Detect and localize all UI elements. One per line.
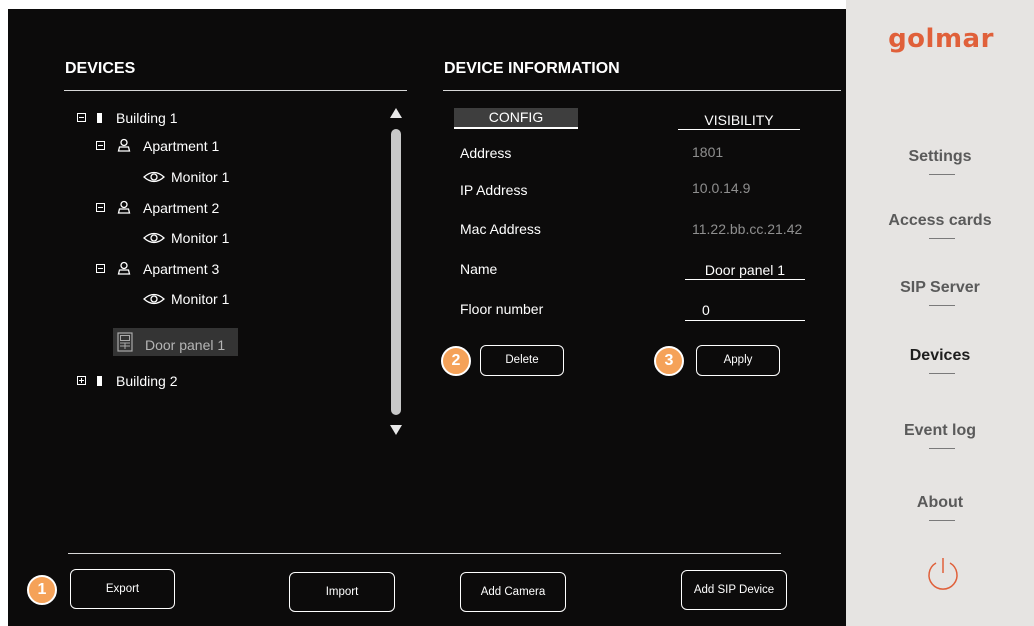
building-icon — [97, 113, 102, 123]
delete-button[interactable]: Delete — [480, 345, 564, 376]
tree-item-monitor[interactable]: Monitor 1 — [171, 169, 229, 185]
building-icon — [97, 376, 102, 386]
name-label: Name — [460, 261, 498, 277]
tree-item-monitor[interactable]: Monitor 1 — [171, 291, 229, 307]
tree-scrollbar[interactable] — [388, 107, 404, 438]
add-sip-device-button[interactable]: Add SIP Device — [681, 570, 787, 610]
mac-value: 11.22.bb.cc.21.42 — [692, 221, 803, 237]
sidebar-item-event-log[interactable]: Event log — [846, 422, 1034, 440]
callout-badge-2: 2 — [441, 346, 471, 376]
menu-divider — [929, 174, 955, 175]
person-icon — [117, 261, 131, 275]
divider — [64, 90, 407, 91]
tab-visibility[interactable]: VISIBILITY — [678, 111, 800, 130]
tree-item-apartment-3[interactable]: Apartment 3 — [143, 261, 219, 277]
sidebar-item-about[interactable]: About — [846, 494, 1034, 512]
sidebar-item-sip-server[interactable]: SIP Server — [846, 279, 1034, 297]
scroll-down-icon[interactable] — [389, 424, 403, 436]
tree-item-door-panel-label: Door panel 1 — [145, 337, 226, 353]
collapse-icon[interactable] — [77, 113, 86, 122]
name-input[interactable]: Door panel 1 — [685, 261, 805, 280]
expand-icon[interactable] — [77, 376, 86, 385]
ip-label: IP Address — [460, 182, 528, 198]
sidebar — [846, 0, 1034, 626]
device-info-title: DEVICE INFORMATION — [444, 60, 620, 77]
bottom-divider — [68, 553, 781, 554]
collapse-icon[interactable] — [96, 203, 105, 212]
mac-label: Mac Address — [460, 221, 541, 237]
address-label: Address — [460, 145, 512, 161]
sidebar-item-settings[interactable]: Settings — [846, 148, 1034, 166]
callout-badge-3: 3 — [654, 346, 684, 376]
devices-title: DEVICES — [65, 60, 136, 77]
eye-icon — [143, 293, 165, 305]
menu-divider — [929, 305, 955, 306]
menu-divider — [929, 373, 955, 374]
person-icon — [117, 200, 131, 214]
eye-icon — [143, 171, 165, 183]
tree-item-building-1[interactable]: Building 1 — [116, 110, 178, 126]
floor-input[interactable]: 0 — [685, 302, 805, 321]
eye-icon — [143, 232, 165, 244]
export-button[interactable]: Export — [70, 569, 175, 609]
tree-item-apartment-2[interactable]: Apartment 2 — [143, 200, 219, 216]
tree-item-monitor[interactable]: Monitor 1 — [171, 230, 229, 246]
address-value: 1801 — [692, 144, 724, 160]
tree-item-apartment-1[interactable]: Apartment 1 — [143, 138, 219, 154]
floor-label: Floor number — [460, 301, 544, 317]
power-icon[interactable] — [925, 555, 961, 593]
collapse-icon[interactable] — [96, 264, 105, 273]
menu-divider — [929, 238, 955, 239]
scroll-up-icon[interactable] — [389, 107, 403, 119]
menu-divider — [929, 448, 955, 449]
tree-item-building-2[interactable]: Building 2 — [116, 373, 178, 389]
collapse-icon[interactable] — [96, 141, 105, 150]
callout-badge-1: 1 — [27, 575, 57, 605]
divider — [443, 90, 841, 91]
apply-button[interactable]: Apply — [696, 345, 780, 376]
door-panel-icon — [117, 332, 133, 352]
ip-value: 10.0.14.9 — [692, 180, 751, 196]
tab-config[interactable]: CONFIG — [454, 108, 578, 129]
floor-input-value: 0 — [702, 302, 710, 318]
add-camera-button[interactable]: Add Camera — [460, 572, 566, 612]
menu-divider — [929, 520, 955, 521]
sidebar-item-devices[interactable]: Devices — [846, 347, 1034, 365]
scroll-thumb[interactable] — [391, 129, 401, 415]
import-button[interactable]: Import — [289, 572, 395, 612]
person-icon — [117, 138, 131, 152]
sidebar-item-access-cards[interactable]: Access cards — [846, 212, 1034, 230]
golmar-logo: golmar — [888, 24, 994, 54]
